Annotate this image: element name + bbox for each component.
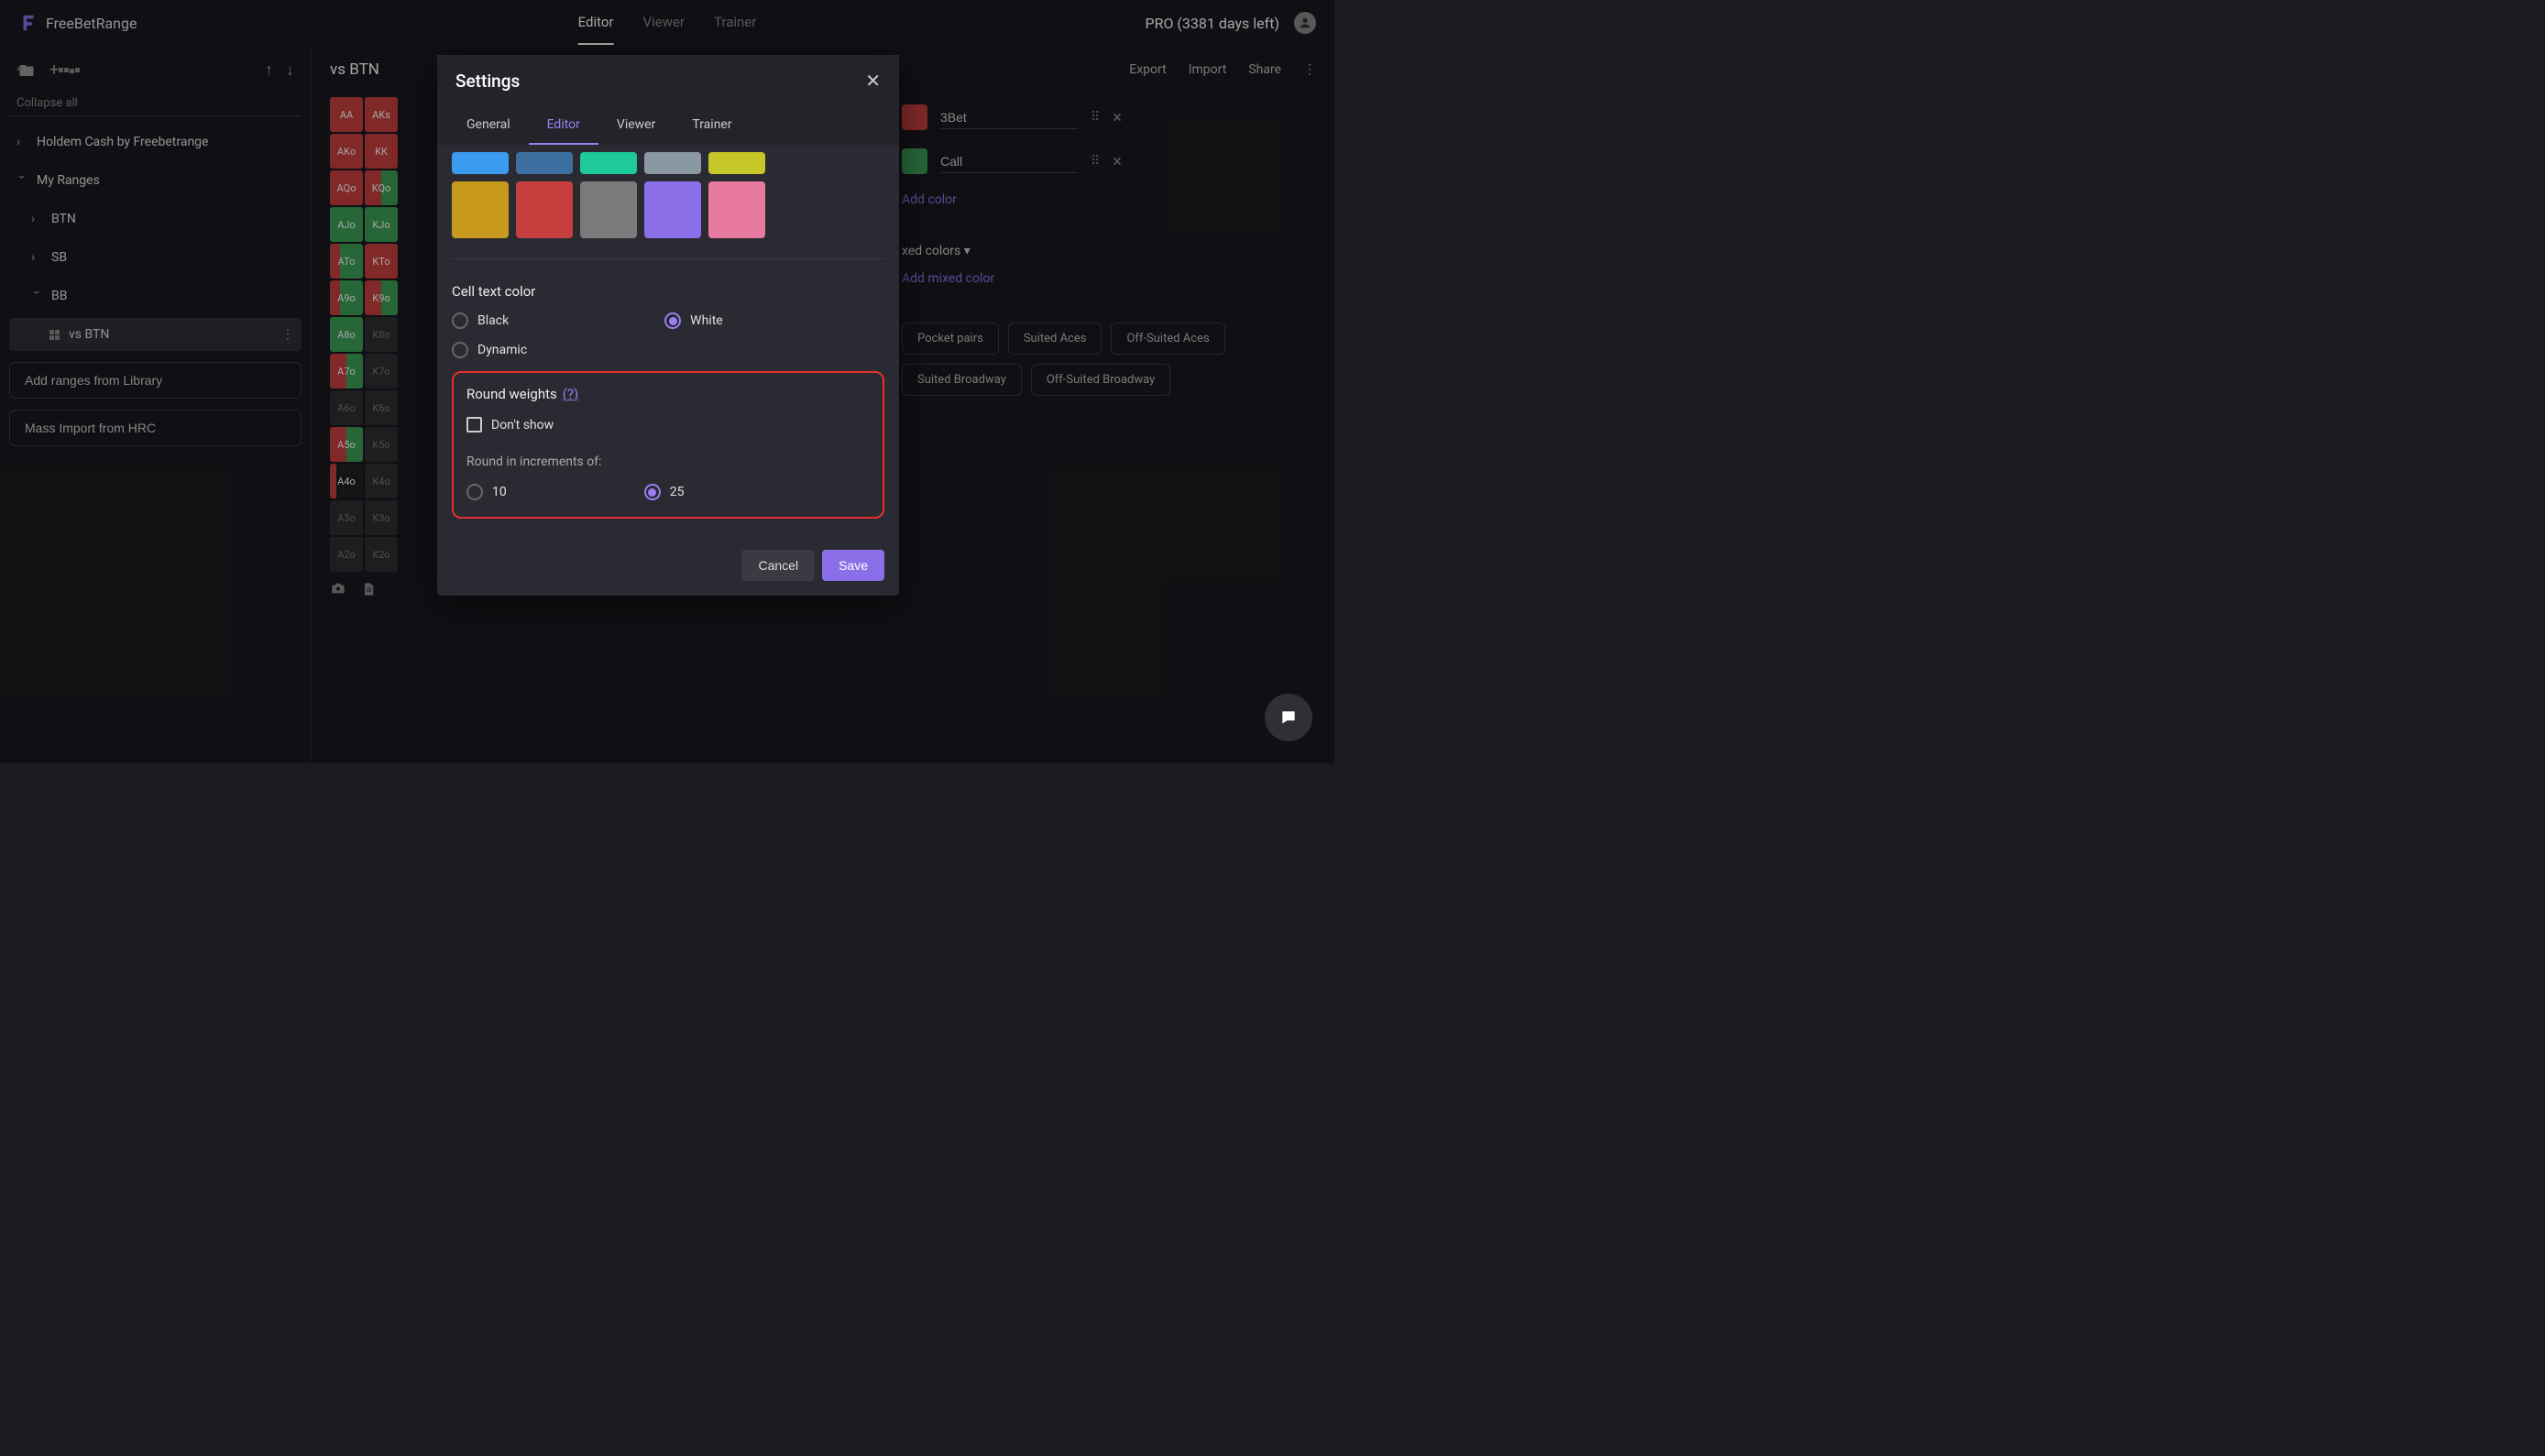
save-button[interactable]: Save <box>822 550 884 581</box>
chat-icon[interactable] <box>1265 694 1312 741</box>
modal-tab-viewer[interactable]: Viewer <box>598 106 674 145</box>
color-row-1 <box>452 152 884 174</box>
modal-title: Settings <box>455 71 520 92</box>
modal-tabs: General Editor Viewer Trainer <box>437 106 899 145</box>
cancel-button[interactable]: Cancel <box>741 550 815 581</box>
radio-icon <box>664 312 681 329</box>
modal-header: Settings ✕ <box>437 55 899 106</box>
modal-tab-editor[interactable]: Editor <box>529 106 598 145</box>
color-swatch[interactable] <box>516 152 573 174</box>
radio-black[interactable]: Black <box>452 312 527 329</box>
modal-footer: Cancel Save <box>437 535 899 596</box>
color-swatch[interactable] <box>452 181 509 238</box>
checkbox-icon <box>466 417 482 432</box>
radio-label: 25 <box>670 485 685 499</box>
radio-label: Dynamic <box>477 343 527 357</box>
color-swatch[interactable] <box>708 152 765 174</box>
radio-10[interactable]: 10 <box>466 484 507 500</box>
checkbox-label: Don't show <box>491 418 554 432</box>
radio-icon <box>466 484 483 500</box>
round-weights-title: Round weights (?) <box>466 386 870 402</box>
radio-label: 10 <box>492 485 507 499</box>
settings-modal: Settings ✕ General Editor Viewer Trainer… <box>437 55 899 596</box>
color-swatch[interactable] <box>644 152 701 174</box>
round-increments-label: Round in increments of: <box>466 454 870 469</box>
radio-label: White <box>690 313 723 328</box>
cell-text-radio-group: Black Dynamic White <box>452 312 884 358</box>
radio-icon <box>644 484 661 500</box>
modal-tab-general[interactable]: General <box>448 106 529 145</box>
divider <box>452 258 884 259</box>
round-weights-section: Round weights (?) Don't show Round in in… <box>452 371 884 519</box>
modal-body: Cell text color Black Dynamic White <box>437 152 899 535</box>
close-icon[interactable]: ✕ <box>865 70 881 92</box>
radio-dynamic[interactable]: Dynamic <box>452 342 527 358</box>
color-swatch[interactable] <box>708 181 765 238</box>
radio-icon <box>452 312 468 329</box>
cell-text-color-title: Cell text color <box>452 283 884 300</box>
dont-show-checkbox[interactable]: Don't show <box>466 417 870 432</box>
color-row-2 <box>452 181 884 238</box>
color-swatch[interactable] <box>580 152 637 174</box>
modal-tab-trainer[interactable]: Trainer <box>674 106 750 145</box>
color-swatch[interactable] <box>580 181 637 238</box>
color-swatch[interactable] <box>452 152 509 174</box>
radio-25[interactable]: 25 <box>644 484 685 500</box>
color-swatch[interactable] <box>644 181 701 238</box>
color-swatch[interactable] <box>516 181 573 238</box>
radio-white[interactable]: White <box>664 312 723 329</box>
radio-icon <box>452 342 468 358</box>
radio-label: Black <box>477 313 509 328</box>
increment-radio-group: 10 25 <box>466 484 870 500</box>
help-link[interactable]: (?) <box>563 386 578 402</box>
